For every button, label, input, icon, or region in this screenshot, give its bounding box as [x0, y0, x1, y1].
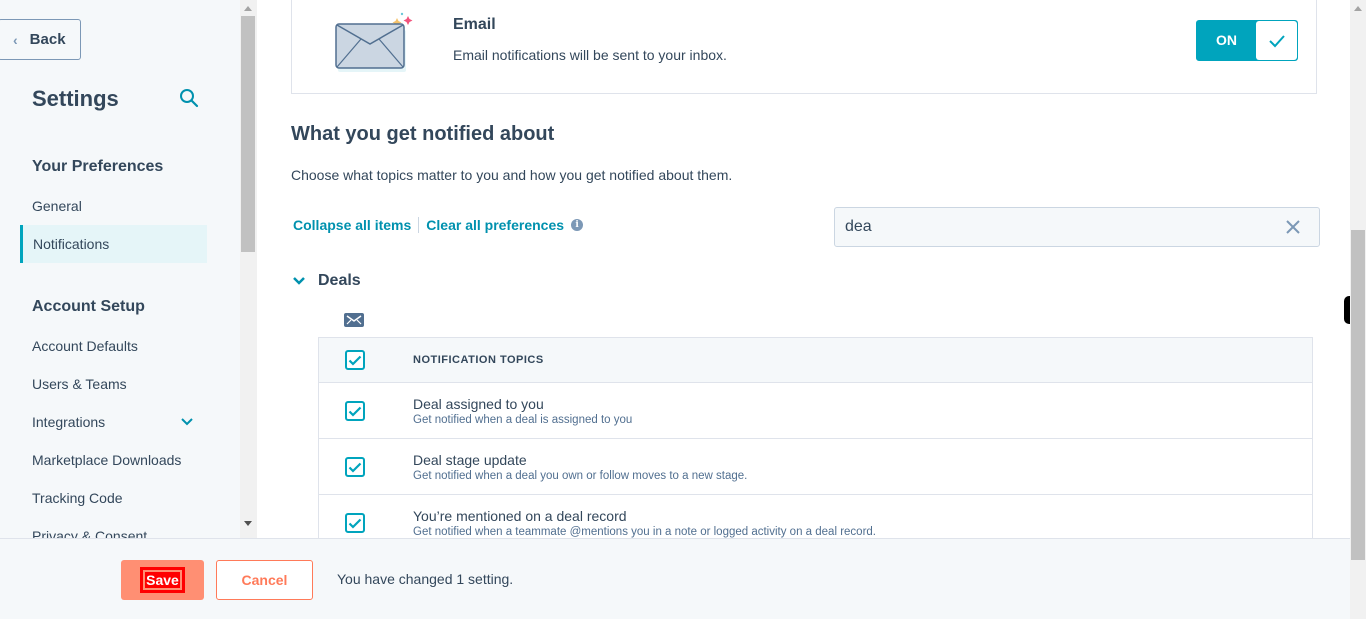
sidebar-item-tracking-code[interactable]: Tracking Code: [32, 490, 123, 506]
email-title: Email: [453, 16, 496, 33]
topic-title: Deal stage update: [413, 452, 527, 468]
sidebar-scrollbar[interactable]: [240, 0, 257, 538]
back-label: Back: [29, 31, 66, 48]
save-button[interactable]: Save: [121, 560, 204, 600]
main-content: Email Email notifications will be sent t…: [257, 0, 1350, 538]
scroll-up-icon[interactable]: [1354, 6, 1362, 11]
chevron-down-icon[interactable]: [292, 276, 306, 286]
table-row: Deal stage update Get notified when a de…: [319, 438, 1312, 494]
page-scrollbar[interactable]: [1350, 0, 1366, 619]
sidebar-item-privacy-consent[interactable]: Privacy & Consent: [32, 528, 147, 538]
scroll-down-icon[interactable]: [244, 521, 252, 526]
email-icon: [344, 313, 364, 327]
section-title: What you get notified about: [291, 123, 555, 145]
topic-checkbox[interactable]: [345, 513, 365, 533]
chevron-left-icon: ‹: [13, 31, 18, 48]
sidebar-item-integrations[interactable]: Integrations: [32, 414, 105, 430]
divider: [418, 217, 420, 233]
section-subtitle: Choose what topics matter to you and how…: [291, 167, 733, 183]
email-toggle[interactable]: ON: [1196, 20, 1298, 61]
change-status: You have changed 1 setting.: [337, 571, 514, 587]
topic-title: You’re mentioned on a deal record: [413, 508, 627, 524]
save-bar: Save Cancel You have changed 1 setting.: [0, 538, 1350, 619]
actions-bar: Collapse all items Clear all preferences…: [293, 217, 584, 233]
notification-topics-table: NOTIFICATION TOPICS Deal assigned to you…: [318, 337, 1313, 538]
email-description: Email notifications will be sent to your…: [453, 47, 727, 63]
email-channel-card: Email Email notifications will be sent t…: [291, 0, 1317, 94]
save-label: Save: [140, 567, 185, 593]
topic-description: Get notified when a deal is assigned to …: [413, 414, 633, 426]
topic-title: Deal assigned to you: [413, 396, 544, 412]
sidebar-item-notifications[interactable]: Notifications: [20, 225, 207, 263]
table-row: You’re mentioned on a deal record Get no…: [319, 494, 1312, 538]
check-icon: [1256, 21, 1297, 60]
scrollbar-thumb[interactable]: [1351, 230, 1365, 560]
group-account-setup: Account Setup: [32, 298, 145, 315]
deals-section-title[interactable]: Deals: [318, 272, 361, 290]
cancel-button[interactable]: Cancel: [216, 560, 313, 600]
topic-description: Get notified when a deal you own or foll…: [413, 470, 748, 482]
topic-description: Get notified when a teammate @mentions y…: [413, 526, 876, 538]
info-icon[interactable]: i: [571, 219, 584, 231]
toggle-label: ON: [1216, 32, 1237, 48]
select-all-checkbox[interactable]: [345, 350, 365, 370]
back-button[interactable]: ‹ Back: [0, 19, 81, 60]
topic-checkbox[interactable]: [345, 401, 365, 421]
sidebar-item-account-defaults[interactable]: Account Defaults: [32, 338, 138, 354]
collapse-all-link[interactable]: Collapse all items: [293, 217, 411, 233]
sidebar-item-users-teams[interactable]: Users & Teams: [32, 376, 127, 392]
search-icon[interactable]: [179, 88, 199, 108]
search-input[interactable]: [834, 207, 1320, 247]
sidebar-item-marketplace-downloads[interactable]: Marketplace Downloads: [32, 452, 181, 468]
group-your-preferences: Your Preferences: [32, 158, 164, 175]
topic-checkbox[interactable]: [345, 457, 365, 477]
sidebar: ‹ Back Settings Your Preferences General …: [0, 0, 240, 538]
column-header: NOTIFICATION TOPICS: [413, 354, 544, 366]
sidebar-item-general[interactable]: General: [32, 198, 82, 214]
envelope-illustration-icon: [335, 12, 413, 72]
table-header: NOTIFICATION TOPICS: [319, 338, 1312, 382]
scroll-up-icon[interactable]: [244, 6, 252, 11]
page-title: Settings: [32, 86, 119, 111]
table-row: Deal assigned to you Get notified when a…: [319, 382, 1312, 438]
chevron-down-icon[interactable]: [180, 415, 194, 429]
scrollbar-thumb[interactable]: [241, 16, 255, 252]
clear-search-icon[interactable]: [1285, 219, 1301, 235]
clear-all-preferences-link[interactable]: Clear all preferences: [426, 217, 564, 233]
